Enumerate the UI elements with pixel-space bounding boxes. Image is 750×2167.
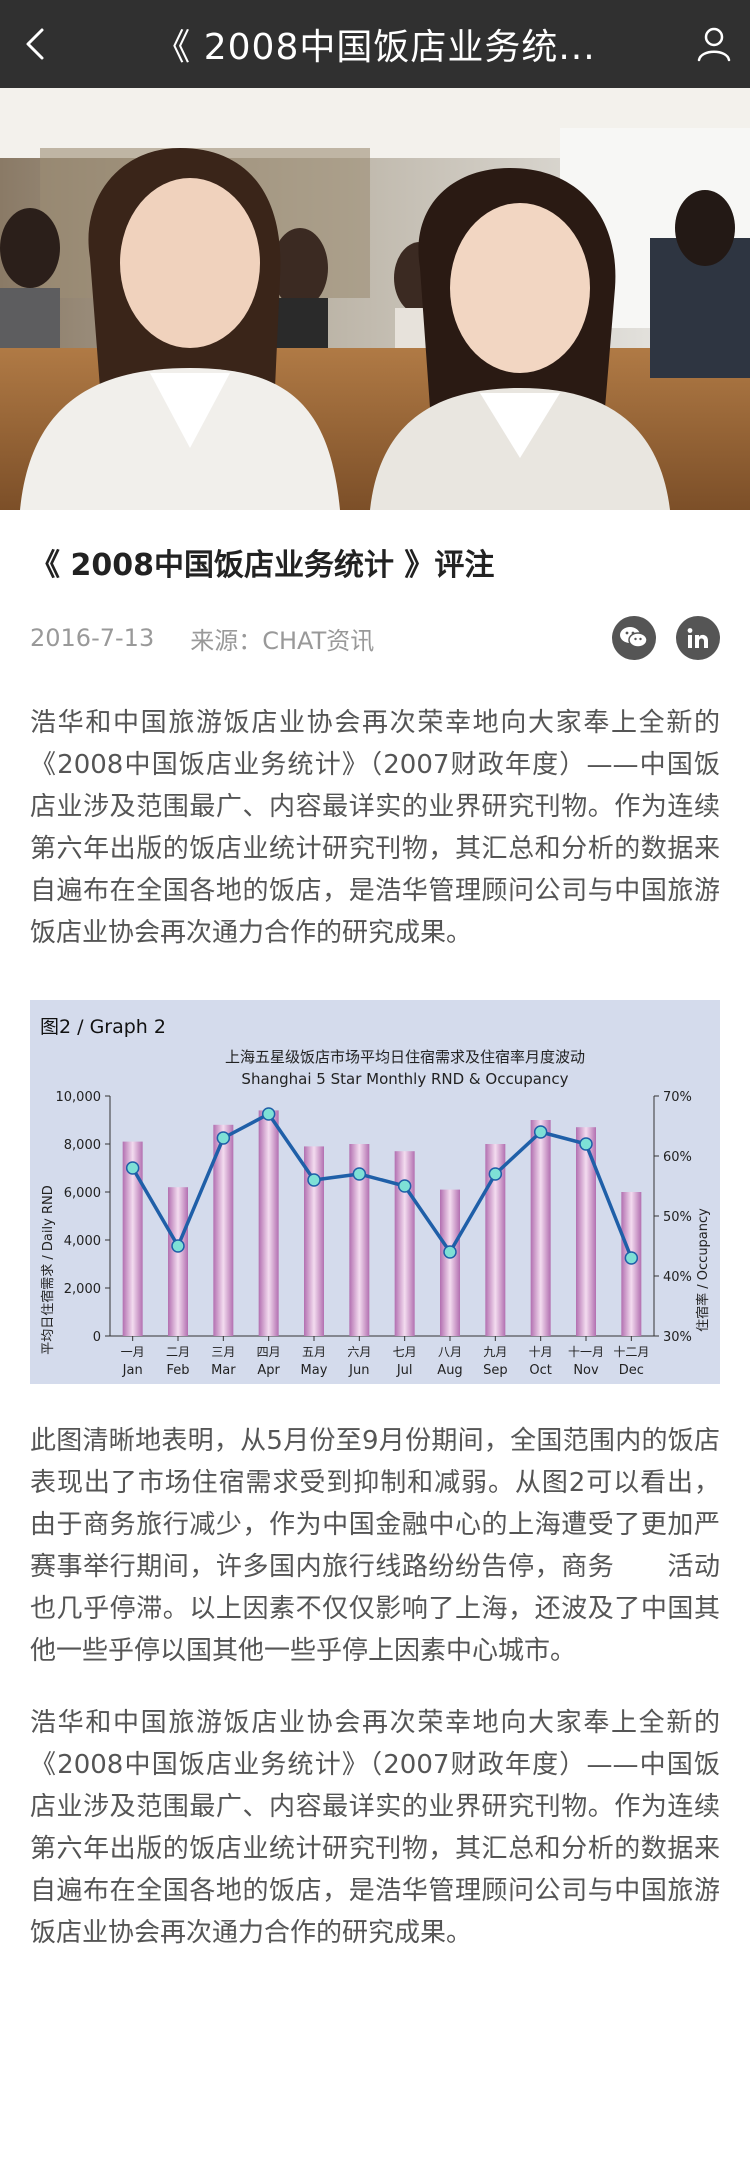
chart-x-label: Oct [529,1363,551,1378]
chart-point-nov [579,1137,593,1151]
chart-x-label: Jun [348,1363,369,1378]
chart-x-label-cn: 四月 [257,1345,281,1359]
chart-x-label-cn: 十一月 [568,1345,604,1359]
chart-x-label: Jan [122,1363,143,1378]
chart-point-jun [352,1167,367,1181]
chart-point-jul [397,1179,412,1193]
wechat-share-button[interactable] [612,616,656,660]
article-headline: 《 2008中国饭店业务统计 》评注 [30,548,495,583]
occupancy-chart: 图2 / Graph 2 上海五星级饭店市场平均日住宿需求及住宿率月度波动 Sh… [40,1016,711,1378]
hero-image [0,88,750,510]
chart-bar-feb [168,1187,188,1336]
chart-y2-tick-label: 60% [663,1150,692,1165]
chart-x-label-cn: 六月 [347,1345,371,1359]
chart-x-label: Apr [257,1363,280,1378]
top-bar: 《 2008中国饭店业务统... [0,0,750,88]
article-paragraph-1: 浩华和中国旅游饭店业协会再次荣幸地向大家奉上全新的《2008中国饭店业务统计》（… [30,708,720,948]
chart-x-label: Jul [396,1363,413,1378]
article-meta: 2016-7-13 来源：CHAT资讯 [30,616,720,660]
chart-x-label: Mar [211,1363,236,1378]
chart-x-label-cn: 五月 [302,1345,326,1359]
chart-point-feb [171,1239,185,1253]
chart-x-label-cn: 十二月 [613,1345,649,1359]
chart-point-mar [216,1131,231,1145]
chart-x-label: Sep [483,1363,508,1378]
chart-y2-tick-label: 40% [663,1270,692,1285]
chart-y-tick-label: 8,000 [64,1138,101,1153]
chart-y2-tick-label: 70% [663,1090,692,1105]
article-paragraph-3: 浩华和中国旅游饭店业协会再次荣幸地向大家奉上全新的《2008中国饭店业务统计》（… [30,1708,720,1948]
chart-point-may [307,1173,321,1187]
chart-x-label-cn: 十月 [529,1345,553,1359]
chart-figure: 图2 / Graph 2 上海五星级饭店市场平均日住宿需求及住宿率月度波动 Sh… [30,1000,720,1384]
article-source: 来源：CHAT资讯 [190,626,375,655]
user-icon[interactable] [692,22,736,66]
chart-y-tick-label: 10,000 [56,1090,102,1105]
page-title: 《 2008中国饭店业务统... [154,27,596,68]
article-paragraph-2: 此图清晰地表明，从5月份至9月份期间，全国范围内的饭店表现出了市场住宿需求受到抑… [30,1426,720,1666]
publish-date: 2016-7-13 [30,624,155,652]
share-buttons [612,616,720,660]
chart-bar-jul [394,1151,415,1336]
chart-x-label-cn: 九月 [483,1345,507,1359]
chart-x-label: Feb [166,1363,189,1378]
chart-point-dec [624,1251,639,1265]
chart-x-label: May [301,1363,328,1378]
chart-x-label: Nov [573,1363,599,1378]
chart-y-tick-label: 2,000 [64,1282,101,1297]
chart-point-jan [125,1161,140,1175]
chart-bar-apr [258,1110,279,1336]
article: 《 2008中国饭店业务统计 》评注 2016-7-13 来源：CHAT资讯 浩… [30,510,720,1954]
chart-point-aug [443,1245,457,1259]
chart-y2-tick-label: 30% [663,1330,692,1345]
chart-ylabel: 平均日住宿需求 / Daily RND [40,1185,56,1354]
chart-y2-tick-label: 50% [663,1210,692,1225]
chart-point-sep [488,1167,503,1181]
chart-y-tick-label: 4,000 [64,1234,101,1249]
wechat-icon [620,627,648,648]
chart-bar-aug [440,1189,460,1336]
chart-x-label-cn: 七月 [393,1345,417,1359]
chart-y2label: 住宿率 / Occupancy [695,1208,711,1332]
back-chevron-icon[interactable] [14,22,58,66]
chart-x-label-cn: 八月 [438,1345,462,1359]
chart-x-label: Dec [619,1363,644,1378]
chart-point-apr [261,1107,276,1121]
chart-title: 上海五星级饭店市场平均日住宿需求及住宿率月度波动 [225,1048,585,1066]
chart-bar-oct [530,1120,551,1336]
chart-point-oct [533,1125,548,1139]
chart-graph-label: 图2 / Graph 2 [40,1016,166,1038]
linkedin-share-button[interactable] [676,616,720,660]
chart-y-tick-label: 0 [93,1330,101,1345]
chart-subtitle: Shanghai 5 Star Monthly RND & Occupancy [241,1070,568,1088]
chart-x-label-cn: 一月 [121,1345,145,1359]
occupancy-line [131,1112,633,1259]
chart-x-label: Aug [437,1363,462,1378]
chart-y-tick-label: 6,000 [64,1186,101,1201]
chart-x-label-cn: 二月 [166,1345,190,1359]
linkedin-icon [687,628,708,648]
chart-x-label-cn: 三月 [211,1345,235,1359]
